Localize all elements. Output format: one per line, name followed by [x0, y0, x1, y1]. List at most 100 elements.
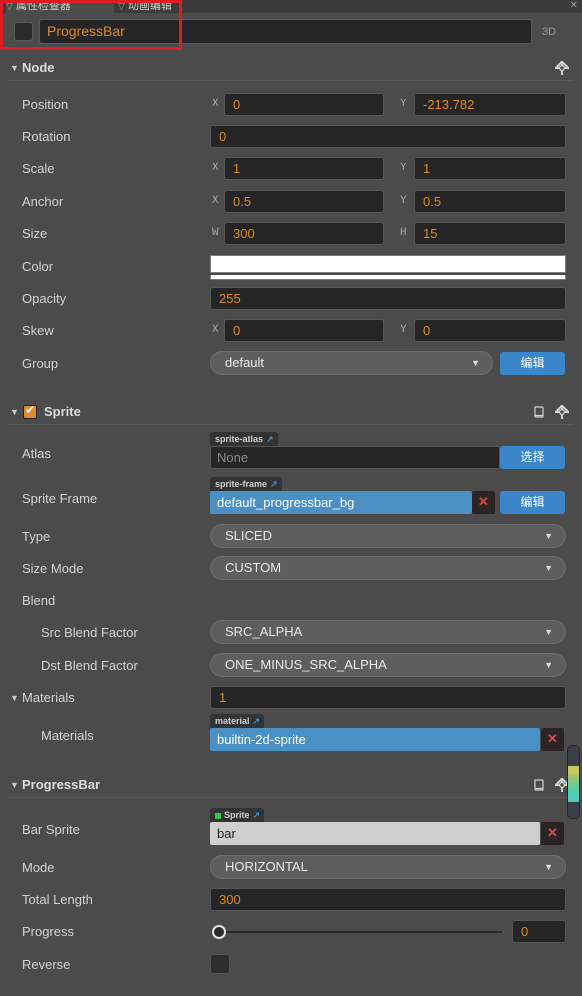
progress-slider-track[interactable] — [222, 931, 502, 933]
chevron-down-icon[interactable]: ▼ — [10, 63, 19, 73]
row-label: Materials — [41, 728, 94, 743]
axis-label-y: Y — [400, 195, 407, 207]
external-link-icon[interactable]: ↗ — [253, 716, 261, 726]
section-header-sprite[interactable]: ▼ Sprite — [0, 399, 582, 425]
atlas-select-button[interactable]: 选择 — [500, 446, 565, 469]
chevron-down-icon[interactable]: ▼ — [10, 780, 19, 790]
external-link-icon[interactable]: ↗ — [270, 479, 278, 489]
row-label: Type — [22, 529, 51, 544]
node-active-checkbox[interactable] — [14, 22, 33, 41]
sprite-enabled-checkbox[interactable] — [23, 403, 37, 419]
size-height-input[interactable]: 15 — [414, 222, 566, 245]
skew-y-input[interactable]: 0 — [414, 319, 566, 342]
help-book-icon[interactable] — [530, 403, 549, 421]
vertical-scroll-strip[interactable] — [567, 745, 580, 819]
progress-slider-knob[interactable] — [212, 925, 226, 939]
tab-property-inspector[interactable]: ▽ 属性检查器 — [6, 0, 114, 13]
axis-label-y: Y — [400, 98, 407, 110]
animation-icon: ▽ — [118, 1, 125, 11]
group-select[interactable]: default ▼ — [210, 351, 493, 375]
row-label: Dst Blend Factor — [41, 658, 138, 673]
sprite-frame-clear-button[interactable]: ✕ — [472, 491, 495, 514]
external-link-icon[interactable]: ↗ — [266, 434, 274, 444]
chevron-down-icon: ▼ — [544, 862, 553, 872]
color-swatch[interactable] — [210, 255, 566, 273]
row-label: Skew — [22, 323, 54, 338]
row-size-mode: Size Mode CUSTOM ▼ — [0, 553, 582, 585]
progress-value-input[interactable]: 0 — [512, 920, 566, 943]
asset-type-pill-sprite: Sprite ↗ — [210, 808, 265, 822]
axis-label-x: X — [212, 324, 219, 336]
reverse-checkbox[interactable] — [210, 954, 230, 974]
row-scale: Scale X 1 Y 1 — [0, 153, 582, 185]
inspector-icon: ▽ — [6, 1, 13, 11]
row-label: Opacity — [22, 291, 67, 306]
anchor-y-input[interactable]: 0.5 — [414, 190, 566, 213]
row-label: Size Mode — [22, 561, 84, 576]
chevron-down-icon[interactable]: ▼ — [10, 407, 19, 417]
chevron-down-icon[interactable]: ▼ — [10, 693, 19, 703]
materials-count-input[interactable]: 1 — [210, 686, 566, 709]
anchor-x-input[interactable]: 0.5 — [224, 190, 384, 213]
row-anchor: Anchor X 0.5 Y 0.5 — [0, 186, 582, 218]
tab-animation-editor[interactable]: ▽ 动画编辑 — [118, 0, 186, 13]
external-link-icon[interactable]: ↗ — [253, 810, 261, 820]
row-size: Size W 300 H 15 — [0, 218, 582, 250]
mode-select[interactable]: HORIZONTAL ▼ — [210, 855, 566, 879]
sprite-frame-asset-field[interactable]: default_progressbar_bg — [210, 491, 472, 514]
panel-tab-strip: ▽ 属性检查器 ▽ 动画编辑 ✕ — [0, 0, 582, 13]
sprite-frame-edit-button[interactable]: 编辑 — [500, 491, 565, 514]
row-dst-blend-factor: Dst Blend Factor ONE_MINUS_SRC_ALPHA ▼ — [0, 650, 582, 682]
gear-icon[interactable] — [553, 59, 572, 77]
chevron-down-icon: ▼ — [471, 358, 480, 368]
sprite-component-icon — [215, 812, 221, 819]
row-label: Atlas — [22, 446, 51, 461]
dst-blend-factor-select[interactable]: ONE_MINUS_SRC_ALPHA ▼ — [210, 653, 566, 677]
bar-sprite-asset-field[interactable]: bar — [210, 822, 540, 845]
scale-y-input[interactable]: 1 — [414, 157, 566, 180]
row-label: Total Length — [22, 892, 93, 907]
color-alpha-bar[interactable] — [210, 275, 566, 280]
scale-x-input[interactable]: 1 — [224, 157, 384, 180]
chevron-down-icon: ▼ — [544, 627, 553, 637]
section-header-node[interactable]: ▼ Node — [0, 55, 582, 81]
row-rotation: Rotation 0 — [0, 121, 582, 153]
row-label: Materials — [22, 690, 75, 705]
row-blend-group: Blend — [0, 585, 582, 617]
gear-icon[interactable] — [553, 403, 572, 421]
section-title-progressbar: ProgressBar — [22, 777, 101, 792]
rotation-input[interactable]: 0 — [210, 125, 566, 148]
node-header: ProgressBar 3D — [0, 13, 582, 50]
row-label: Scale — [22, 161, 55, 176]
help-book-icon[interactable] — [530, 776, 549, 794]
asset-type-pill-sprite-atlas: sprite-atlas ↗ — [210, 432, 278, 446]
group-edit-button[interactable]: 编辑 — [500, 352, 565, 375]
atlas-asset-field[interactable]: None — [210, 446, 500, 469]
total-length-input[interactable]: 300 — [210, 888, 566, 911]
row-total-length: Total Length 300 — [0, 884, 582, 916]
material-asset-field[interactable]: builtin-2d-sprite — [210, 728, 540, 751]
row-reverse: Reverse — [0, 949, 582, 981]
scroll-strip-segment — [568, 798, 579, 802]
axis-label-y: Y — [400, 162, 407, 174]
src-blend-factor-select[interactable]: SRC_ALPHA ▼ — [210, 620, 566, 644]
size-mode-select[interactable]: CUSTOM ▼ — [210, 556, 566, 580]
row-progress: Progress 0 — [0, 916, 582, 948]
row-opacity: Opacity 255 — [0, 283, 582, 315]
inspector-panel: ▽ 属性检查器 ▽ 动画编辑 ✕ ProgressBar 3D ▼ Node P… — [0, 0, 582, 996]
type-select[interactable]: SLICED ▼ — [210, 524, 566, 548]
row-label: Progress — [22, 924, 75, 939]
skew-x-input[interactable]: 0 — [224, 319, 384, 342]
size-width-input[interactable]: 300 — [224, 222, 384, 245]
row-label: Bar Sprite — [22, 822, 80, 837]
bar-sprite-clear-button[interactable]: ✕ — [541, 822, 564, 845]
row-label: Mode — [22, 860, 55, 875]
position-y-input[interactable]: -213.782 — [414, 93, 566, 116]
close-icon[interactable]: ✕ — [570, 0, 578, 11]
position-x-input[interactable]: 0 — [224, 93, 384, 116]
section-header-progressbar[interactable]: ▼ ProgressBar — [0, 772, 582, 798]
material-clear-button[interactable]: ✕ — [541, 728, 564, 751]
opacity-input[interactable]: 255 — [210, 287, 566, 310]
node-name-input[interactable]: ProgressBar — [39, 19, 532, 44]
axis-label-x: X — [212, 162, 219, 174]
